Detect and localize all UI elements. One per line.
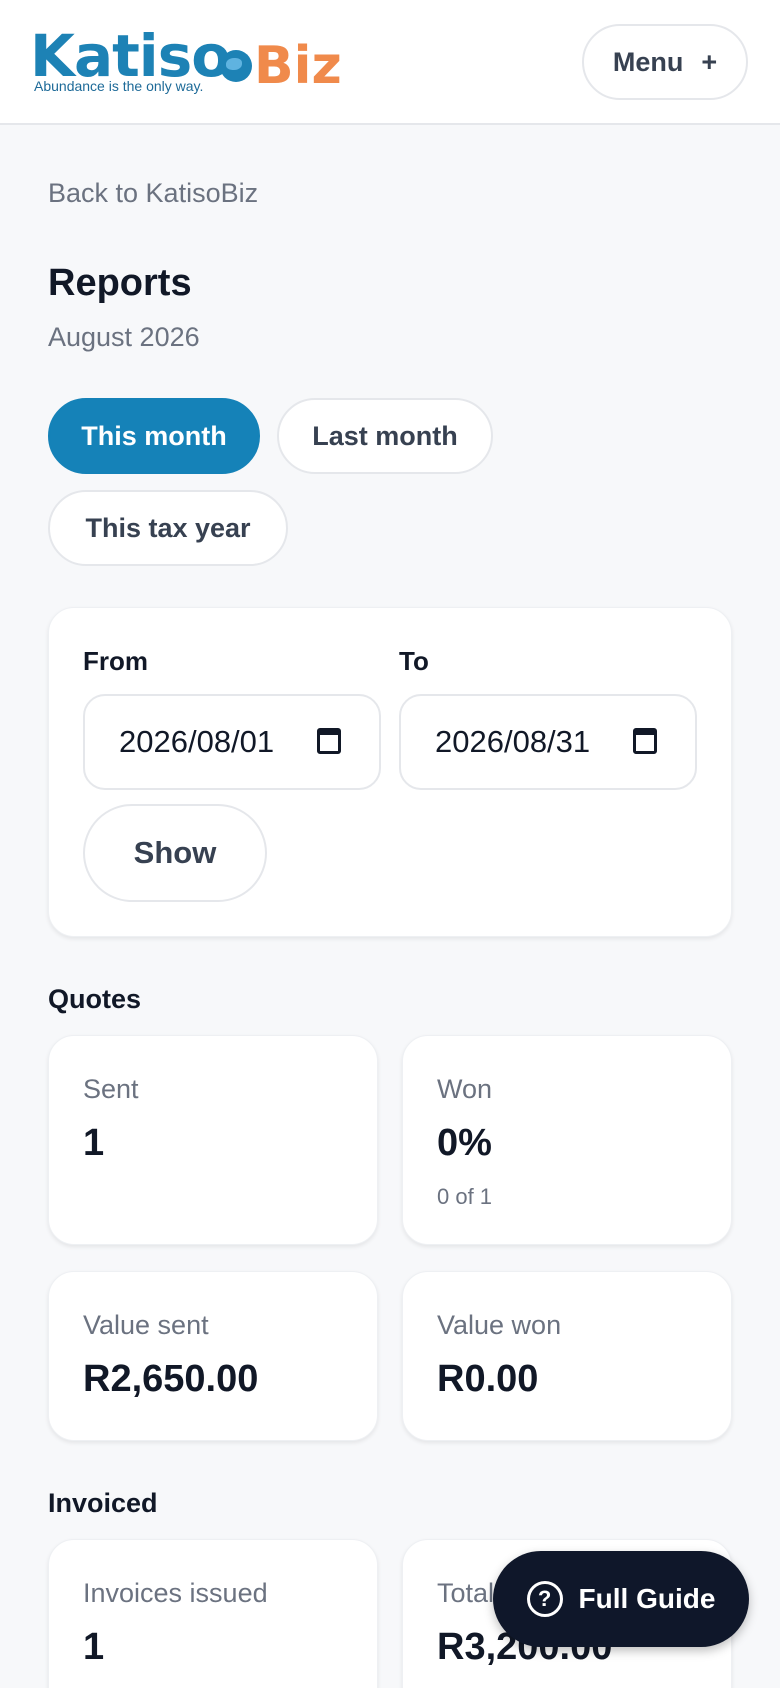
stat-value: 1 [83,1122,105,1164]
calendar-icon[interactable] [633,728,657,754]
to-label: To [399,646,429,676]
stat-label: Value sent [83,1310,209,1340]
stat-label: Value won [437,1310,562,1340]
plus-icon: + [701,46,718,77]
date-range-card: From 2026/08/01 To 2026/08/31 Show [48,607,732,937]
stat-label: Total [437,1578,495,1608]
katisobiz-logo[interactable]: Katiso Biz Abundance is the only way. [30,24,342,104]
stat-value: R0.00 [437,1358,539,1400]
to-date-input[interactable]: 2026/08/31 [399,694,697,790]
value-sent-card: Value sent R2,650.00 [48,1271,378,1441]
quotes-won-card: Won 0% 0 of 1 [402,1035,732,1245]
stat-value: R2,650.00 [83,1358,259,1400]
full-guide-button[interactable]: ? Full Guide [493,1551,749,1647]
page-title: Reports [48,262,192,304]
stat-label: Invoices issued [83,1578,268,1608]
full-guide-label: Full Guide [578,1583,716,1614]
stat-subtext: 0 of 1 [437,1184,493,1209]
help-circle-icon: ? [526,1581,563,1617]
period-label: August 2026 [48,322,200,352]
globe-icon [220,50,252,82]
filter-last-month-button[interactable]: Last month [277,398,493,474]
back-link[interactable]: Back to KatisoBiz [48,178,258,209]
invoiced-section-title: Invoiced [48,1488,158,1518]
stat-value: 0% [437,1122,492,1164]
quotes-sent-card: Sent 1 [48,1035,378,1245]
logo-wordmark-accent: Biz [254,36,342,96]
stat-label: Sent [83,1074,139,1104]
value-won-card: Value won R0.00 [402,1271,732,1441]
calendar-icon[interactable] [317,728,341,754]
from-label: From [83,646,148,676]
to-date-value: 2026/08/31 [435,724,591,759]
from-date-input[interactable]: 2026/08/01 [83,694,381,790]
app-header: Katiso Biz Abundance is the only way. Me… [0,0,780,125]
filter-this-month-button[interactable]: This month [48,398,260,474]
quotes-section-title: Quotes [48,984,142,1014]
stat-value: 1 [83,1626,105,1668]
stat-label: Won [437,1074,493,1104]
filter-tax-year-button[interactable]: This tax year [48,490,288,566]
menu-label: Menu [612,46,684,77]
from-date-value: 2026/08/01 [119,724,275,759]
menu-button[interactable]: Menu + [582,24,748,100]
show-button[interactable]: Show [83,804,267,902]
logo-tagline: Abundance is the only way. [34,78,204,94]
invoices-issued-card: Invoices issued 1 [48,1539,378,1688]
